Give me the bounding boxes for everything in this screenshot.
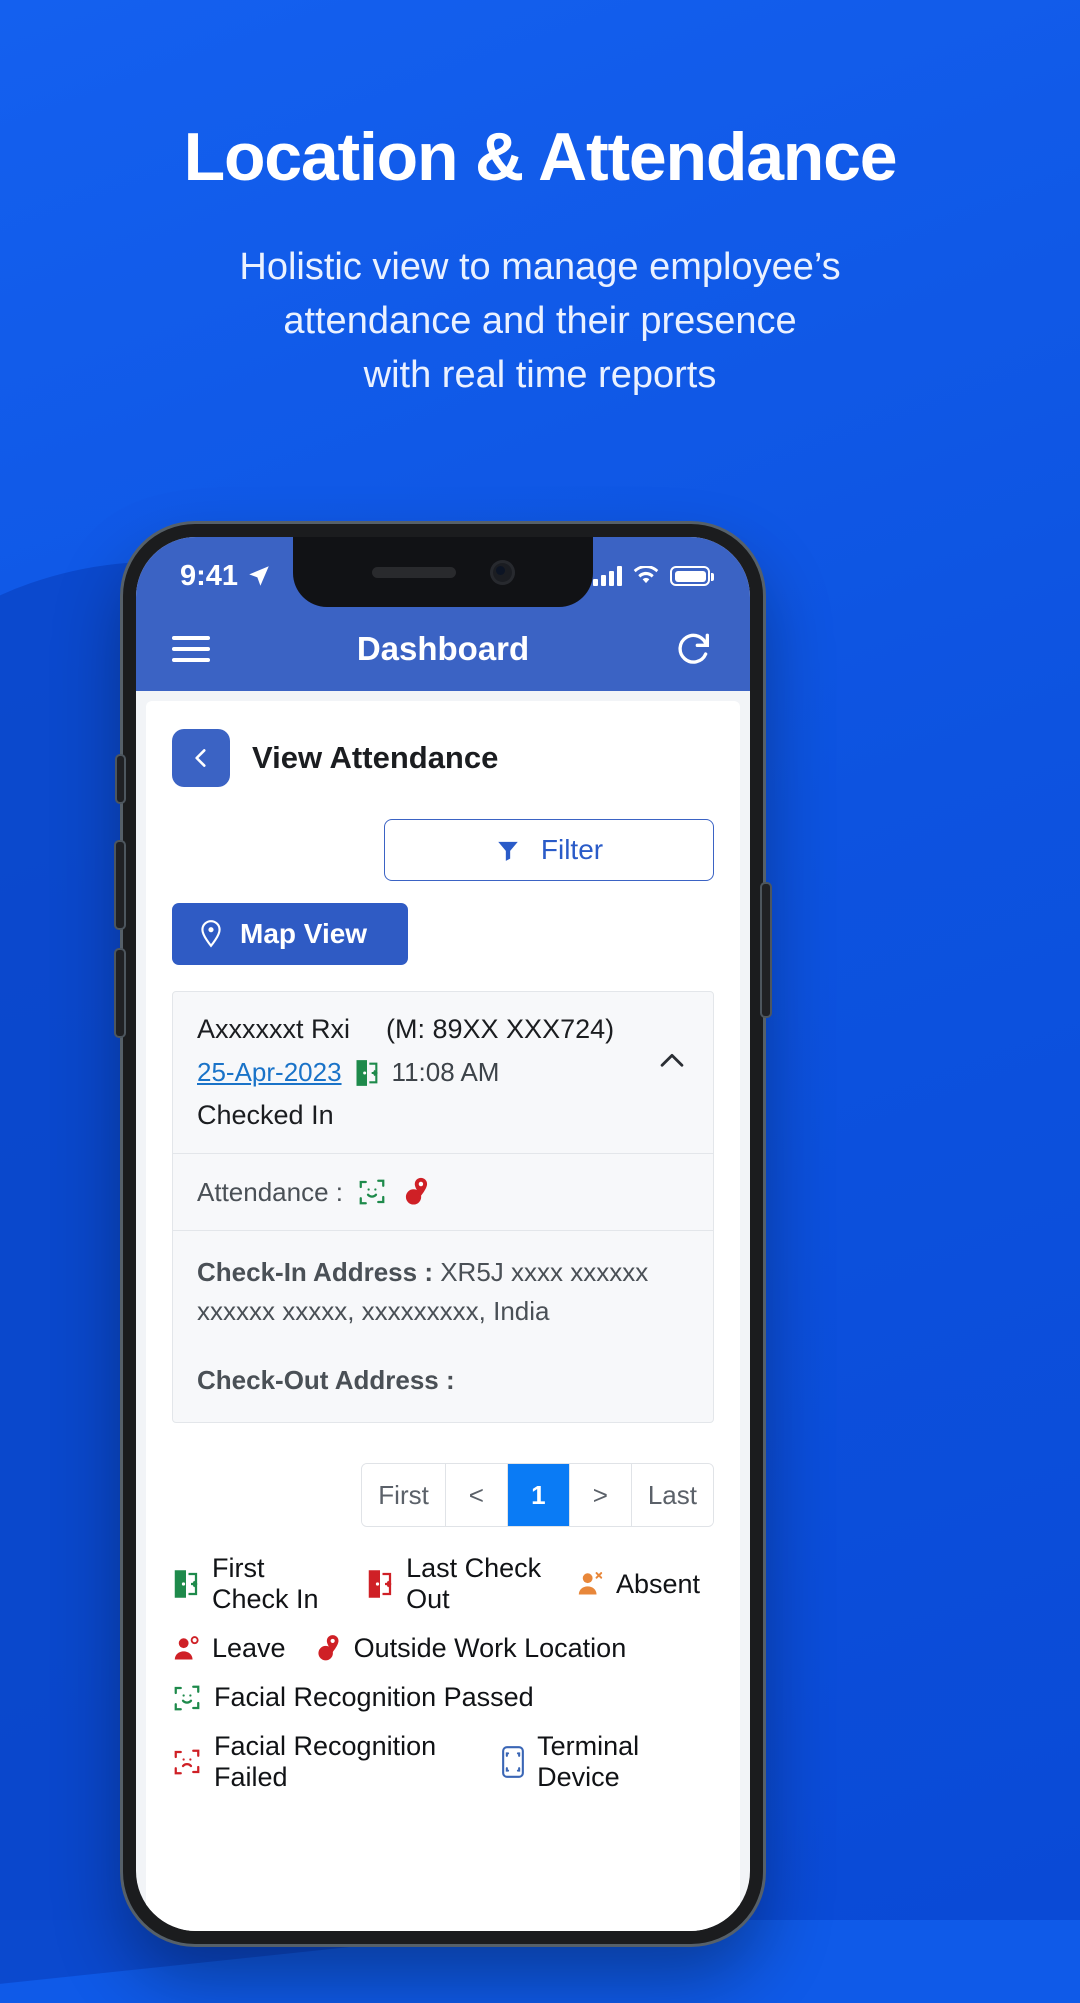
door-enter-green-icon — [354, 1059, 380, 1087]
front-camera-icon — [489, 559, 515, 585]
legend-item-leave: Leave — [172, 1633, 286, 1664]
outside-location-pin-icon — [401, 1176, 431, 1208]
hamburger-menu-icon[interactable] — [172, 629, 210, 669]
door-enter-green-icon — [172, 1569, 200, 1599]
hero-subtitle: Holistic view to manage employee’s attend… — [239, 246, 841, 397]
status-bar-left: 9:41 — [180, 560, 272, 593]
outside-location-pin-icon — [314, 1633, 342, 1664]
pager-next[interactable]: > — [569, 1464, 632, 1526]
chevron-up-icon[interactable] — [655, 1014, 689, 1083]
chevron-left-icon — [195, 749, 206, 767]
phone-mockup: 9:41 Dashboard View Attendance Filter Ma… — [116, 524, 770, 1944]
battery-full-icon — [670, 566, 714, 586]
person-absent-orange-icon — [576, 1569, 604, 1599]
app-bar: Dashboard — [136, 607, 750, 691]
app-bar-title: Dashboard — [356, 630, 530, 667]
record-time: 11:08 AM — [391, 1057, 500, 1087]
wifi-icon — [633, 566, 659, 586]
check-in-address-label: Check-In Address : — [197, 1257, 433, 1287]
terminal-device-icon — [501, 1746, 525, 1778]
map-pin-icon — [198, 919, 224, 949]
legend-label: Last Check Out — [406, 1553, 542, 1614]
filter-button-label: Filter — [540, 834, 604, 865]
legend: First Check In Last Check Out Absent Lea… — [172, 1553, 714, 1793]
phone-screen: 9:41 Dashboard View Attendance Filter Ma… — [136, 537, 750, 1931]
legend-label: First Check In — [212, 1553, 319, 1614]
earpiece-speaker — [371, 566, 456, 578]
page-title: View Attendance — [252, 740, 499, 775]
legend-item-last-check-out: Last Check Out — [366, 1553, 548, 1615]
filter-row: Filter — [172, 819, 714, 881]
legend-item-facial-recognition-passed: Facial Recognition Passed — [172, 1682, 534, 1713]
record-address-block: Check-In Address : XR5J xxxx xxxxxx xxxx… — [173, 1231, 713, 1422]
filter-button[interactable]: Filter — [384, 819, 714, 881]
phone-mute-switch — [117, 756, 124, 802]
record-date-row: 25-Apr-2023 11:08 AM — [197, 1057, 614, 1088]
record-attendance-row: Attendance : — [173, 1154, 713, 1231]
pager-page-1[interactable]: 1 — [507, 1464, 570, 1526]
legend-item-facial-recognition-failed: Facial Recognition Failed — [172, 1731, 473, 1793]
check-out-address-label: Check-Out Address : — [197, 1365, 455, 1395]
record-name-row: Axxxxxxt Rxi (M: 89XX XXX724) — [197, 1014, 614, 1045]
person-leave-red-icon — [172, 1634, 200, 1664]
page-header: View Attendance — [172, 729, 714, 787]
pager-last[interactable]: Last — [631, 1464, 713, 1526]
legend-item-outside-work-location: Outside Work Location — [314, 1633, 627, 1664]
pagination: First < 1 > Last — [172, 1463, 714, 1527]
funnel-filter-icon — [495, 837, 521, 863]
hero-section: Location & Attendance Holistic view to m… — [0, 0, 1080, 403]
pager-prev[interactable]: < — [445, 1464, 508, 1526]
legend-label: Absent — [615, 1568, 700, 1599]
legend-item-absent: Absent — [576, 1569, 700, 1600]
status-bar-right — [593, 566, 714, 586]
door-exit-red-icon — [366, 1569, 394, 1599]
legend-item-first-check-in: First Check In — [172, 1553, 338, 1615]
pager-group: First < 1 > Last — [361, 1463, 714, 1527]
legend-label: Terminal Device — [537, 1731, 640, 1792]
map-view-label: Map View — [240, 918, 368, 949]
legend-row: Facial Recognition Failed Terminal Devic… — [172, 1731, 714, 1793]
record-status: Checked In — [197, 1100, 334, 1130]
record-date-link[interactable]: 25-Apr-2023 — [197, 1057, 342, 1088]
attendance-label: Attendance : — [197, 1176, 343, 1207]
attendance-line: Attendance : — [197, 1176, 689, 1208]
phone-volume-up-button — [116, 842, 124, 928]
legend-label: Outside Work Location — [353, 1633, 627, 1663]
record-summary-text: Axxxxxxt Rxi (M: 89XX XXX724) 25-Apr-202… — [197, 1014, 614, 1131]
back-button[interactable] — [172, 729, 230, 787]
legend-label: Leave — [212, 1633, 286, 1663]
map-view-button[interactable]: Map View — [172, 903, 408, 965]
face-scan-passed-icon — [172, 1683, 202, 1713]
face-scan-passed-icon — [357, 1177, 387, 1207]
legend-label: Facial Recognition Passed — [214, 1682, 534, 1712]
attendance-record-card: Axxxxxxt Rxi (M: 89XX XXX724) 25-Apr-202… — [172, 991, 714, 1423]
record-summary: Axxxxxxt Rxi (M: 89XX XXX724) 25-Apr-202… — [173, 992, 713, 1154]
phone-volume-down-button — [116, 950, 124, 1036]
pager-first[interactable]: First — [362, 1464, 446, 1526]
content-card: View Attendance Filter Map View Axxxxxxt… — [146, 701, 740, 1931]
phone-notch — [293, 537, 593, 607]
location-arrow-icon — [246, 563, 272, 589]
record-summary-row: Axxxxxxt Rxi (M: 89XX XXX724) 25-Apr-202… — [197, 1014, 689, 1131]
legend-row: Facial Recognition Passed — [172, 1682, 714, 1713]
hero-title: Location & Attendance — [183, 119, 898, 195]
check-out-address-row: Check-Out Address : — [197, 1361, 689, 1400]
legend-item-terminal-device: Terminal Device — [501, 1731, 700, 1793]
legend-row: Leave Outside Work Location — [172, 1633, 714, 1664]
record-mobile: (M: 89XX XXX724) — [386, 1014, 615, 1044]
screen-content: View Attendance Filter Map View Axxxxxxt… — [136, 691, 750, 1931]
legend-row: First Check In Last Check Out Absent — [172, 1553, 714, 1615]
status-time: 9:41 — [180, 559, 239, 592]
cellular-bars-icon — [593, 566, 622, 586]
check-in-address-row: Check-In Address : XR5J xxxx xxxxxx xxxx… — [197, 1253, 689, 1331]
legend-label: Facial Recognition Failed — [214, 1731, 437, 1792]
refresh-icon[interactable] — [674, 627, 714, 672]
record-employee-name: Axxxxxxt Rxi — [197, 1014, 351, 1044]
face-scan-failed-icon — [172, 1747, 202, 1777]
phone-power-button — [762, 884, 770, 1016]
